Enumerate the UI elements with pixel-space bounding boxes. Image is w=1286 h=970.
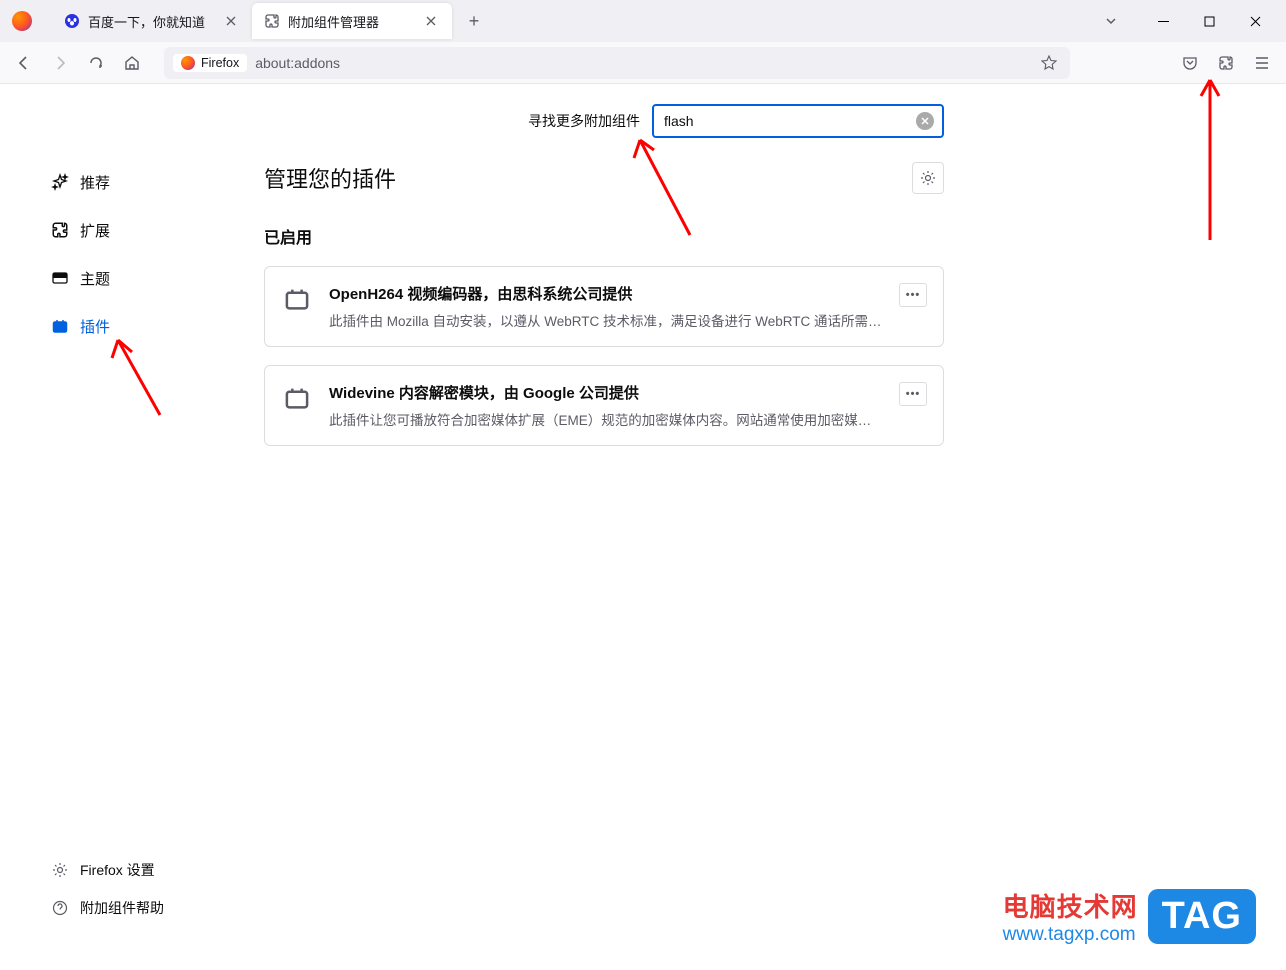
sidebar-item-recommend[interactable]: 推荐	[0, 162, 224, 202]
reload-button[interactable]	[80, 47, 112, 79]
sidebar-label: 附加组件帮助	[80, 898, 164, 918]
help-icon	[50, 898, 70, 918]
sidebar-item-themes[interactable]: 主题	[0, 258, 224, 298]
search-row: 寻找更多附加组件	[264, 104, 944, 138]
tab-title: 附加组件管理器	[288, 12, 414, 31]
theme-icon	[50, 268, 70, 288]
tab-addons[interactable]: 附加组件管理器	[252, 3, 452, 39]
extensions-button[interactable]	[1210, 47, 1242, 79]
sidebar-item-settings[interactable]: Firefox 设置	[0, 854, 224, 886]
watermark: 电脑技术网 www.tagxp.com TAG	[1003, 887, 1256, 946]
home-button[interactable]	[116, 47, 148, 79]
watermark-title: 电脑技术网	[1003, 887, 1138, 924]
firefox-icon	[181, 56, 195, 70]
toolbar: Firefox	[0, 42, 1286, 84]
search-input[interactable]	[664, 113, 908, 129]
header-row: 管理您的插件	[264, 162, 944, 194]
tab-baidu[interactable]: 百度一下，你就知道	[52, 3, 252, 39]
sidebar-label: 主题	[80, 268, 110, 289]
plugin-title: OpenH264 视频编码器，由思科系统公司提供	[329, 283, 883, 304]
new-tab-button[interactable]: +	[460, 7, 488, 35]
plugin-more-button[interactable]: •••	[899, 382, 927, 406]
baidu-icon	[64, 13, 80, 29]
sidebar-label: 推荐	[80, 172, 110, 193]
plugin-title: Widevine 内容解密模块，由 Google 公司提供	[329, 382, 883, 403]
tabs-dropdown[interactable]	[1094, 7, 1128, 35]
minimize-button[interactable]	[1140, 5, 1186, 37]
sidebar-label: 扩展	[80, 220, 110, 241]
sidebar-item-plugins[interactable]: 插件	[0, 306, 224, 346]
maximize-button[interactable]	[1186, 5, 1232, 37]
search-box[interactable]	[652, 104, 944, 138]
content: 推荐 扩展 主题 插件 Firefox 设置 附加组件帮助	[0, 84, 1286, 970]
window-controls	[1140, 5, 1278, 37]
close-icon[interactable]	[222, 12, 240, 30]
url-input[interactable]	[255, 55, 1029, 71]
sidebar: 推荐 扩展 主题 插件 Firefox 设置 附加组件帮助	[0, 84, 224, 970]
plugin-icon	[281, 283, 313, 315]
plugin-icon	[50, 316, 70, 336]
tab-title: 百度一下，你就知道	[88, 12, 214, 31]
pocket-button[interactable]	[1174, 47, 1206, 79]
page-title: 管理您的插件	[264, 162, 396, 194]
app-icon	[8, 7, 36, 35]
clear-search-button[interactable]	[916, 112, 934, 130]
bookmark-button[interactable]	[1037, 51, 1061, 75]
page-settings-button[interactable]	[912, 162, 944, 194]
sidebar-label: Firefox 设置	[80, 860, 155, 880]
puzzle-icon	[264, 13, 280, 29]
sparkle-icon	[50, 172, 70, 192]
gear-icon	[50, 860, 70, 880]
back-button[interactable]	[8, 47, 40, 79]
url-identity[interactable]: Firefox	[173, 54, 247, 72]
watermark-tag: TAG	[1148, 889, 1256, 944]
plugin-desc: 此插件由 Mozilla 自动安装，以遵从 WebRTC 技术标准，满足设备进行…	[329, 310, 883, 330]
main-content: 寻找更多附加组件 管理您的插件 已启用 OpenH264 视频编码器，由思科系统…	[264, 84, 944, 970]
plugin-more-button[interactable]: •••	[899, 283, 927, 307]
watermark-url: www.tagxp.com	[1003, 924, 1138, 946]
plugin-desc: 此插件让您可播放符合加密媒体扩展（EME）规范的加密媒体内容。网站通常使用加密媒…	[329, 409, 883, 429]
sidebar-label: 插件	[80, 316, 110, 337]
forward-button[interactable]	[44, 47, 76, 79]
plugin-card[interactable]: Widevine 内容解密模块，由 Google 公司提供 此插件让您可播放符合…	[264, 365, 944, 446]
plugin-icon	[281, 382, 313, 414]
url-identity-text: Firefox	[201, 56, 239, 70]
sidebar-item-help[interactable]: 附加组件帮助	[0, 892, 224, 924]
plugin-card[interactable]: OpenH264 视频编码器，由思科系统公司提供 此插件由 Mozilla 自动…	[264, 266, 944, 347]
puzzle-icon	[50, 220, 70, 240]
url-bar[interactable]: Firefox	[164, 47, 1070, 79]
close-icon[interactable]	[422, 12, 440, 30]
search-label: 寻找更多附加组件	[528, 111, 640, 131]
close-window-button[interactable]	[1232, 5, 1278, 37]
sidebar-item-extensions[interactable]: 扩展	[0, 210, 224, 250]
app-menu-button[interactable]	[1246, 47, 1278, 79]
tab-bar: 百度一下，你就知道 附加组件管理器 +	[0, 0, 1286, 42]
section-heading: 已启用	[264, 224, 944, 248]
